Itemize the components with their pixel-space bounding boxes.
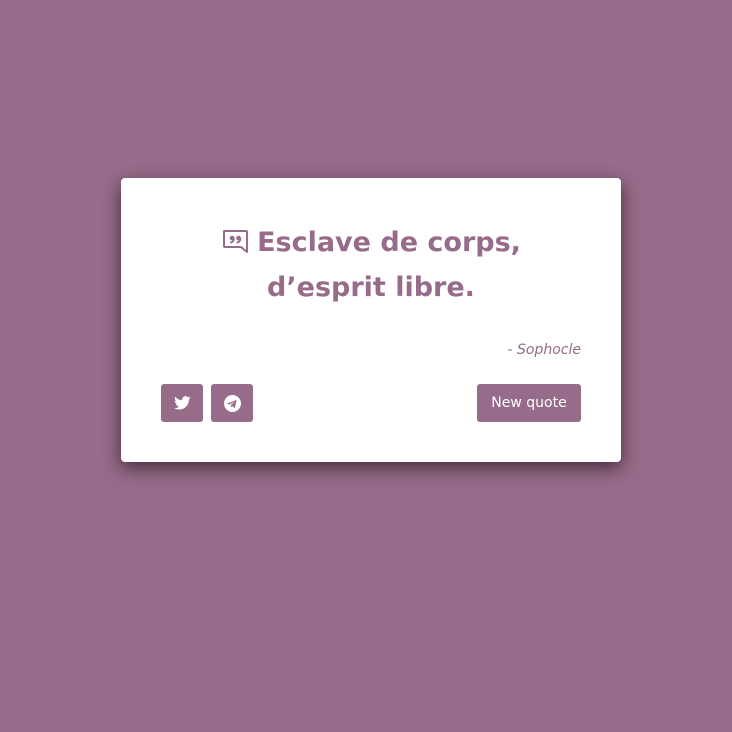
quote-author: - Sophocle: [507, 342, 581, 358]
quote-text-block: Esclave de corps, d’esprit libre.: [161, 220, 581, 310]
telegram-icon: [223, 394, 241, 412]
tweet-button[interactable]: [161, 384, 203, 422]
quote-card: Esclave de corps, d’esprit libre. - Soph…: [121, 178, 621, 462]
new-quote-button[interactable]: New quote: [477, 384, 581, 422]
twitter-icon: [173, 396, 191, 410]
quote-text: Esclave de corps, d’esprit libre.: [257, 227, 521, 303]
telegram-share-button[interactable]: [211, 384, 253, 422]
quote-icon: [223, 230, 249, 253]
